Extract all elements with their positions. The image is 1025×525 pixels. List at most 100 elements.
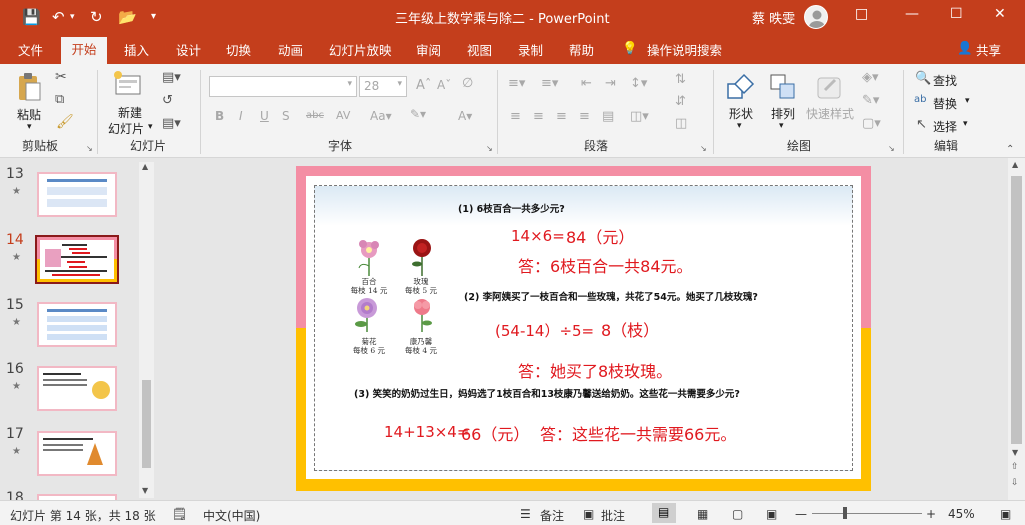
new-slide-icon[interactable] <box>112 70 144 98</box>
reading-view-icon[interactable]: ▢ <box>732 507 743 521</box>
language-indicator[interactable]: 中文(中国) <box>203 507 260 524</box>
find-button[interactable]: 查找 <box>933 72 957 89</box>
shapes-icon[interactable] <box>726 72 756 102</box>
zoom-out-icon[interactable]: — <box>795 507 807 521</box>
open-icon[interactable]: 📂 <box>118 8 137 26</box>
change-case-icon[interactable]: Aa▾ <box>370 109 392 123</box>
next-slide-icon[interactable]: ⇩ <box>1011 478 1019 488</box>
zoom-level[interactable]: 45% <box>948 507 975 521</box>
font-size-combo[interactable]: 28 ▾ <box>359 76 407 97</box>
minimize-icon[interactable]: — <box>905 6 919 22</box>
find-icon[interactable]: 🔍 <box>915 71 931 86</box>
undo-dropdown-icon[interactable]: ▾ <box>70 8 75 26</box>
notes-icon[interactable]: ☰ <box>520 507 531 521</box>
strikethrough-icon[interactable]: abc <box>306 110 324 121</box>
tab-file[interactable]: 文件 <box>18 40 43 59</box>
replace-icon[interactable]: ab <box>914 94 926 105</box>
select-dropdown-icon[interactable]: ▾ <box>963 119 968 129</box>
slide-canvas[interactable]: (1) 6枝百合一共多少元? 14×6= 84（元） 答：6枝百合一共84元。 … <box>296 166 871 491</box>
notes-button[interactable]: 备注 <box>540 507 564 524</box>
previous-slide-icon[interactable]: ⇧ <box>1011 462 1019 472</box>
font-launcher-icon[interactable]: ↘ <box>486 144 493 153</box>
spellcheck-icon[interactable]: 🗒 <box>172 507 187 521</box>
new-slide-label[interactable]: 新建 <box>118 104 142 121</box>
highlight-icon[interactable]: ✎▾ <box>410 107 426 121</box>
slide-sorter-icon[interactable]: ▦ <box>697 507 708 521</box>
char-spacing-icon[interactable]: AV <box>336 109 350 122</box>
tab-view[interactable]: 视图 <box>467 40 492 59</box>
comments-button[interactable]: 批注 <box>601 507 625 524</box>
maximize-icon[interactable]: ☐ <box>950 6 963 22</box>
copy-icon[interactable]: ⧉ <box>55 92 64 107</box>
increase-indent-icon[interactable]: ⇥ <box>605 76 616 91</box>
redo-icon[interactable]: ↻ <box>90 8 103 26</box>
shrink-font-icon[interactable]: Aˇ <box>437 78 451 92</box>
font-name-combo[interactable]: ▾ <box>209 76 357 97</box>
customize-icon[interactable]: ▾ <box>151 8 156 26</box>
tab-slideshow[interactable]: 幻灯片放映 <box>329 40 392 59</box>
layout-icon[interactable]: ▤▾ <box>162 70 181 85</box>
arrange-dropdown-icon[interactable]: ▾ <box>779 121 784 131</box>
paste-dropdown-icon[interactable]: ▾ <box>27 122 32 132</box>
arrange-icon[interactable] <box>768 72 798 102</box>
bullets-icon[interactable]: ≡▾ <box>508 76 525 91</box>
smartart-icon[interactable]: ◫ <box>675 116 687 131</box>
save-icon[interactable]: 💾 <box>22 8 41 26</box>
zoom-in-icon[interactable]: + <box>926 507 936 521</box>
replace-dropdown-icon[interactable]: ▾ <box>965 96 970 106</box>
align-right-icon[interactable]: ≡ <box>556 109 567 124</box>
shape-outline-icon[interactable]: ✎▾ <box>862 93 879 108</box>
bold-icon[interactable]: B <box>215 109 224 123</box>
distribute-icon[interactable]: ▤ <box>602 109 614 124</box>
tab-home[interactable]: 开始 <box>61 37 107 64</box>
comments-icon[interactable]: ▣ <box>583 507 594 521</box>
close-icon[interactable]: ✕ <box>994 6 1006 22</box>
new-slide-dropdown-icon[interactable]: ▾ <box>148 122 153 132</box>
tab-review[interactable]: 审阅 <box>416 40 441 59</box>
share-icon[interactable]: 👤 <box>957 40 973 56</box>
underline-icon[interactable]: U <box>260 109 269 123</box>
fit-slide-icon[interactable]: ▣ <box>1000 507 1011 521</box>
scroll-thumb[interactable] <box>142 380 151 468</box>
tab-design[interactable]: 设计 <box>176 40 201 59</box>
scroll-thumb[interactable] <box>1011 176 1022 444</box>
zoom-slider-thumb[interactable] <box>843 507 847 519</box>
slideshow-icon[interactable]: ▣ <box>766 507 777 521</box>
tab-record[interactable]: 录制 <box>518 40 543 59</box>
decrease-indent-icon[interactable]: ⇤ <box>581 76 592 91</box>
align-left-icon[interactable]: ≡ <box>510 109 521 124</box>
undo-icon[interactable]: ↶ <box>52 8 65 26</box>
select-button[interactable]: 选择 <box>933 118 957 135</box>
paste-button[interactable]: 粘贴 <box>17 106 41 123</box>
slide-thumbnail[interactable] <box>37 431 117 476</box>
cut-icon[interactable]: ✂ <box>55 69 67 85</box>
select-icon[interactable]: ↖ <box>916 117 927 132</box>
section-icon[interactable]: ▤▾ <box>162 116 181 131</box>
drawing-launcher-icon[interactable]: ↘ <box>888 144 895 153</box>
arrange-button[interactable]: 排列 <box>771 105 795 122</box>
share-button[interactable]: 共享 <box>976 40 1001 59</box>
ribbon-display-icon[interactable]: □ <box>855 6 868 22</box>
shapes-dropdown-icon[interactable]: ▾ <box>737 121 742 131</box>
shadow-icon[interactable]: S <box>282 109 290 123</box>
format-painter-icon[interactable]: 🖌 <box>56 114 74 130</box>
tab-help[interactable]: 帮助 <box>569 40 594 59</box>
tab-insert[interactable]: 插入 <box>124 40 149 59</box>
tab-animations[interactable]: 动画 <box>278 40 303 59</box>
thumbnail-scrollbar[interactable]: ▲ ▼ <box>139 162 154 498</box>
numbering-icon[interactable]: ≡▾ <box>541 76 558 91</box>
align-center-icon[interactable]: ≡ <box>533 109 544 124</box>
slide-thumbnail[interactable] <box>37 172 117 217</box>
paste-icon[interactable] <box>16 72 42 102</box>
slide-thumbnail[interactable] <box>35 235 119 284</box>
quick-styles-button[interactable]: 快速样式 <box>806 105 854 122</box>
clear-format-icon[interactable]: ∅ <box>462 76 473 91</box>
shape-fill-icon[interactable]: ◈▾ <box>862 70 879 85</box>
collapse-ribbon-icon[interactable]: ⌃ <box>1006 144 1014 155</box>
font-color-icon[interactable]: A▾ <box>458 109 472 123</box>
shape-effects-icon[interactable]: ▢▾ <box>862 116 881 131</box>
user-name[interactable]: 蔡 昳雯 <box>752 8 795 27</box>
columns-icon[interactable]: ◫▾ <box>630 109 649 124</box>
grow-font-icon[interactable]: Aˆ <box>416 78 431 93</box>
align-text-icon[interactable]: ⇵ <box>675 94 686 109</box>
